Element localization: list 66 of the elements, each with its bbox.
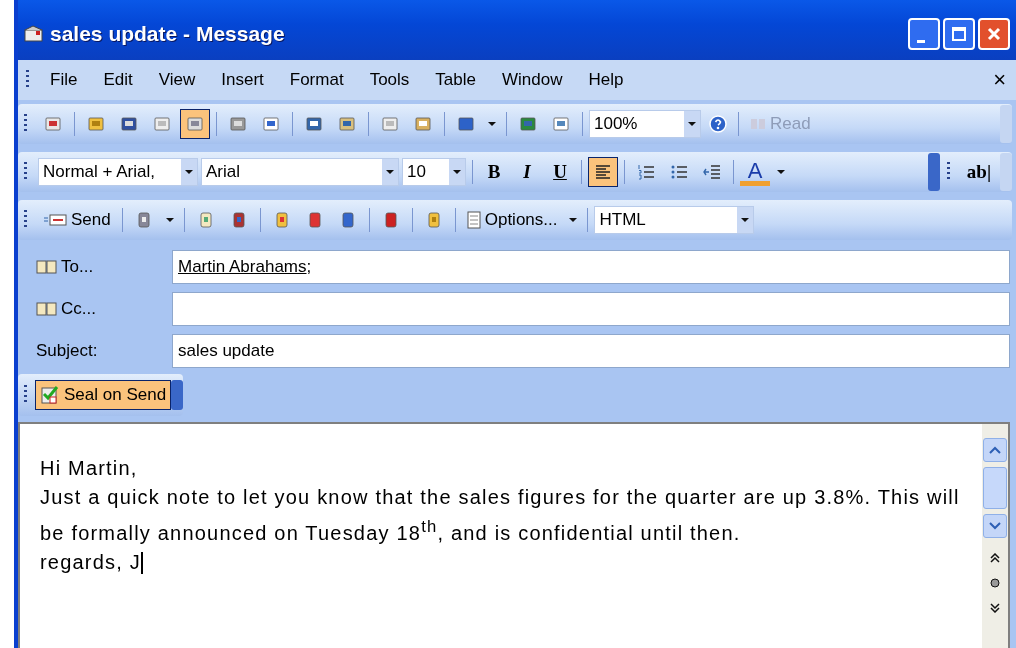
grip-handle[interactable] xyxy=(24,114,27,134)
menu-item[interactable]: Insert xyxy=(208,66,277,94)
scroll-thumb[interactable] xyxy=(983,467,1007,509)
dropdown-arrow-icon[interactable] xyxy=(165,218,174,222)
book-icon xyxy=(750,117,766,131)
menu-item[interactable]: Tools xyxy=(356,66,423,94)
numbered-list-icon xyxy=(636,162,656,182)
message-icon xyxy=(24,25,44,43)
close-document-button[interactable]: × xyxy=(993,67,1006,93)
minimize-button[interactable] xyxy=(908,18,940,50)
underline-button[interactable]: U xyxy=(545,157,575,187)
grip-handle[interactable] xyxy=(947,162,950,182)
menu-item[interactable]: Help xyxy=(575,66,637,94)
maximize-icon xyxy=(951,26,967,42)
decrease-indent-icon xyxy=(702,162,722,182)
cc-button[interactable]: Cc... xyxy=(36,299,172,319)
previous-page-icon[interactable] xyxy=(990,553,1000,563)
close-button[interactable] xyxy=(978,18,1010,50)
align-left-button[interactable] xyxy=(588,157,618,187)
maximize-button[interactable] xyxy=(943,18,975,50)
field-shading-button[interactable]: ab| xyxy=(961,157,997,187)
grip-handle[interactable] xyxy=(24,162,27,182)
dropdown-arrow-icon[interactable] xyxy=(569,218,578,222)
dropdown-arrow-icon[interactable] xyxy=(777,170,785,174)
next-page-icon[interactable] xyxy=(990,603,1000,613)
menu-item[interactable]: Table xyxy=(422,66,489,94)
envelope-icon xyxy=(43,213,67,227)
bold-button[interactable]: B xyxy=(479,157,509,187)
zoom-combo[interactable]: 100% xyxy=(589,110,701,138)
seal-check-icon xyxy=(40,385,60,405)
font-size-combo[interactable]: 10 xyxy=(402,158,466,186)
seal-on-send-button[interactable]: Seal on Send xyxy=(35,380,172,410)
grip-handle[interactable] xyxy=(26,70,29,90)
scroll-down-button[interactable] xyxy=(983,514,1007,538)
font-color-button[interactable]: A xyxy=(740,158,770,186)
window-title: sales update - Message xyxy=(50,22,286,46)
scroll-up-button[interactable] xyxy=(983,438,1007,462)
menu-item[interactable]: Format xyxy=(276,66,357,94)
menu-item[interactable]: Window xyxy=(488,66,576,94)
minimize-icon xyxy=(917,39,925,43)
align-left-icon xyxy=(593,162,613,182)
grip-handle[interactable] xyxy=(24,385,27,405)
body-text: regards, J xyxy=(40,549,144,577)
send-button[interactable]: Send xyxy=(38,205,116,235)
toolbar-options-button[interactable] xyxy=(171,380,184,410)
dropdown-arrow-icon[interactable] xyxy=(488,122,496,126)
help-icon[interactable] xyxy=(708,114,728,134)
options-button[interactable]: Options... xyxy=(461,205,563,235)
subject-label: Subject: xyxy=(36,341,99,361)
to-field[interactable]: Martin Abrahams; xyxy=(172,250,1010,284)
browse-object-icon[interactable] xyxy=(990,578,1000,588)
grip-handle[interactable] xyxy=(24,210,27,230)
body-text: Just a quick note to let you know that the sales figures for the quarter are up 3.8%. This will be formally announced on Tuesday 18$^{th}$, and is confidential until then. xyxy=(40,485,961,546)
menu-item[interactable]: File xyxy=(37,66,91,94)
format-combo[interactable]: HTML xyxy=(594,206,755,234)
menu-item[interactable]: Edit xyxy=(90,66,146,94)
to-button[interactable]: To... xyxy=(36,257,172,277)
close-icon xyxy=(986,26,1002,42)
permission-button[interactable] xyxy=(180,109,210,139)
body-text: Hi Martin, xyxy=(40,456,139,481)
cc-field[interactable] xyxy=(172,292,1010,326)
italic-button[interactable]: I xyxy=(512,157,542,187)
subject-field[interactable]: sales update xyxy=(172,334,1010,368)
font-combo[interactable]: Arial xyxy=(201,158,399,186)
menu-item[interactable]: View xyxy=(145,66,209,94)
style-combo[interactable]: Normal + Arial, xyxy=(38,158,198,186)
